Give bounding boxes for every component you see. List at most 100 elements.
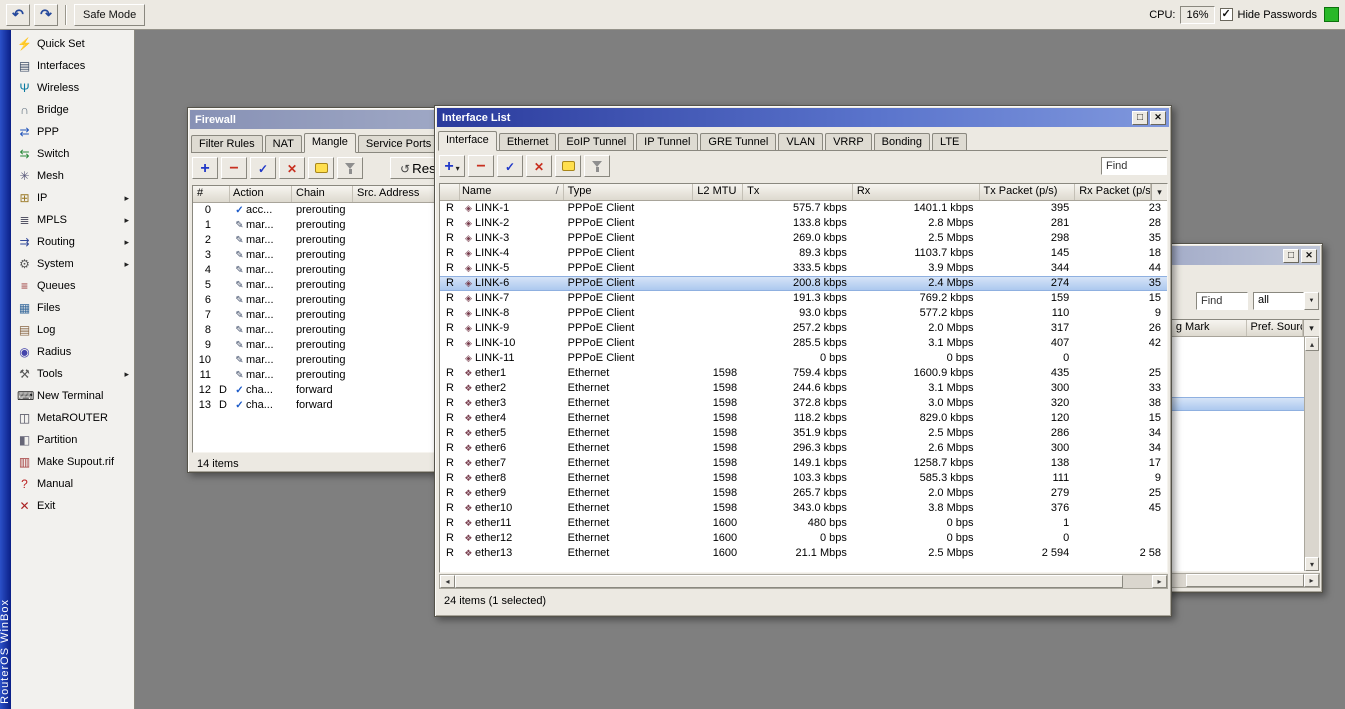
sidebar-item[interactable]: ⌨ New Terminal [11, 385, 134, 407]
col-tx-packet[interactable]: Tx Packet (p/s) [980, 184, 1076, 200]
sidebar-item[interactable]: ▦ Files [11, 297, 134, 319]
safe-mode-button[interactable]: Safe Mode [74, 4, 145, 26]
interface-row[interactable]: R ether5 Ethernet 1598 351.9 kbps 2.5 Mb… [440, 426, 1167, 441]
sidebar-item[interactable]: ∩ Bridge [11, 99, 134, 121]
scroll-thumb[interactable] [455, 575, 1123, 588]
interface-row[interactable]: R ether4 Ethernet 1598 118.2 kbps 829.0 … [440, 411, 1167, 426]
route-find-input[interactable] [1196, 292, 1248, 310]
column-menu-button[interactable] [1151, 184, 1167, 200]
hide-passwords-checkbox[interactable] [1220, 8, 1233, 21]
interface-row[interactable]: R ether12 Ethernet 1600 0 bps 0 bps 0 [440, 531, 1167, 546]
comment-button[interactable] [555, 155, 581, 177]
tab[interactable]: VLAN [778, 133, 823, 150]
restore-button[interactable] [1132, 111, 1148, 125]
sidebar-item[interactable]: ⇆ Switch [11, 143, 134, 165]
sidebar-item[interactable]: ◫ MetaROUTER [11, 407, 134, 429]
scroll-thumb[interactable] [1186, 574, 1304, 587]
col-chain[interactable]: Chain [292, 186, 353, 202]
interface-row[interactable]: R LINK-4 PPPoE Client 89.3 kbps 1103.7 k… [440, 246, 1167, 261]
tab[interactable]: Filter Rules [191, 135, 263, 152]
col-tx[interactable]: Tx [743, 184, 853, 200]
tab[interactable]: Bonding [874, 133, 930, 150]
sidebar-item[interactable]: ✕ Exit [11, 495, 134, 517]
tab[interactable]: LTE [932, 133, 967, 150]
sidebar-item[interactable]: ? Manual [11, 473, 134, 495]
tab[interactable]: VRRP [825, 133, 872, 150]
scroll-up-button[interactable] [1305, 337, 1319, 351]
col-action[interactable]: Action [230, 186, 292, 202]
tab[interactable]: EoIP Tunnel [558, 133, 634, 150]
interface-row[interactable]: R ether11 Ethernet 1600 480 bps 0 bps 1 [440, 516, 1167, 531]
sidebar-item[interactable]: ◧ Partition [11, 429, 134, 451]
sidebar-item[interactable]: ⇉ Routing [11, 231, 134, 253]
enable-interface-button[interactable] [497, 155, 523, 177]
interface-row[interactable]: R ether1 Ethernet 1598 759.4 kbps 1600.9… [440, 366, 1167, 381]
scroll-right-button[interactable] [1152, 575, 1167, 588]
col-rx[interactable]: Rx [853, 184, 980, 200]
filter-button[interactable] [584, 155, 610, 177]
sidebar-item[interactable]: ≡ Queues [11, 275, 134, 297]
col-type[interactable]: Type [564, 184, 694, 200]
tab[interactable]: Interface [438, 131, 497, 151]
interface-row[interactable]: R ether3 Ethernet 1598 372.8 kbps 3.0 Mb… [440, 396, 1167, 411]
interface-row[interactable]: R LINK-9 PPPoE Client 257.2 kbps 2.0 Mbp… [440, 321, 1167, 336]
remove-interface-button[interactable] [468, 155, 494, 177]
route-filter-select[interactable]: all [1253, 292, 1304, 310]
interface-row[interactable]: R LINK-10 PPPoE Client 285.5 kbps 3.1 Mb… [440, 336, 1167, 351]
interface-row[interactable]: R LINK-5 PPPoE Client 333.5 kbps 3.9 Mbp… [440, 261, 1167, 276]
add-rule-button[interactable] [192, 157, 218, 179]
interface-row[interactable]: R LINK-3 PPPoE Client 269.0 kbps 2.5 Mbp… [440, 231, 1167, 246]
close-button[interactable] [1150, 111, 1166, 125]
scroll-left-button[interactable] [440, 575, 455, 588]
sidebar-item[interactable]: ▤ Log [11, 319, 134, 341]
sidebar-item[interactable]: ≣ MPLS [11, 209, 134, 231]
col-number[interactable]: # [193, 186, 230, 202]
interface-row[interactable]: R ether9 Ethernet 1598 265.7 kbps 2.0 Mb… [440, 486, 1167, 501]
connection-status-indicator[interactable] [1324, 7, 1339, 22]
col-l2mtu[interactable]: L2 MTU [693, 184, 743, 200]
tab[interactable]: Mangle [304, 133, 356, 153]
interface-row[interactable]: R LINK-2 PPPoE Client 133.8 kbps 2.8 Mbp… [440, 216, 1167, 231]
add-interface-button[interactable] [439, 155, 465, 177]
route-filter-dropdown-button[interactable] [1304, 292, 1319, 310]
disable-interface-button[interactable] [526, 155, 552, 177]
interface-row[interactable]: LINK-11 PPPoE Client 0 bps 0 bps 0 [440, 351, 1167, 366]
vertical-scrollbar[interactable] [1304, 337, 1319, 571]
redo-button[interactable] [34, 4, 58, 26]
interface-row[interactable]: R ether10 Ethernet 1598 343.0 kbps 3.8 M… [440, 501, 1167, 516]
col-name[interactable]: Name [460, 184, 564, 200]
comment-button[interactable] [308, 157, 334, 179]
tab[interactable]: Service Ports [358, 135, 439, 152]
interface-row[interactable]: R ether8 Ethernet 1598 103.3 kbps 585.3 … [440, 471, 1167, 486]
col-pref-source[interactable]: Pref. Source [1247, 320, 1303, 336]
enable-rule-button[interactable] [250, 157, 276, 179]
interface-row[interactable]: R LINK-1 PPPoE Client 575.7 kbps 1401.1 … [440, 201, 1167, 216]
column-menu-button[interactable] [1303, 320, 1319, 336]
interface-list-titlebar[interactable]: Interface List [437, 108, 1169, 127]
sidebar-item[interactable]: Ψ Wireless [11, 77, 134, 99]
disable-rule-button[interactable] [279, 157, 305, 179]
sidebar-item[interactable]: ⚡ Quick Set [11, 33, 134, 55]
scroll-down-button[interactable] [1305, 557, 1319, 571]
col-flags[interactable] [440, 184, 460, 200]
interface-row[interactable]: R ether7 Ethernet 1598 149.1 kbps 1258.7… [440, 456, 1167, 471]
sidebar-item[interactable]: ▤ Interfaces [11, 55, 134, 77]
sidebar-item[interactable]: ◉ Radius [11, 341, 134, 363]
restore-button[interactable] [1283, 249, 1299, 263]
sidebar-item[interactable]: ⊞ IP [11, 187, 134, 209]
tab[interactable]: NAT [265, 135, 302, 152]
find-input[interactable] [1101, 157, 1167, 175]
interface-row[interactable]: R ether6 Ethernet 1598 296.3 kbps 2.6 Mb… [440, 441, 1167, 456]
col-rx-packet[interactable]: Rx Packet (p/s) [1075, 184, 1151, 200]
tab[interactable]: IP Tunnel [636, 133, 698, 150]
interface-row[interactable]: R LINK-8 PPPoE Client 93.0 kbps 577.2 kb… [440, 306, 1167, 321]
sidebar-item[interactable]: ⚙ System [11, 253, 134, 275]
sidebar-item[interactable]: ⇄ PPP [11, 121, 134, 143]
interface-row[interactable]: R LINK-6 PPPoE Client 200.8 kbps 2.4 Mbp… [440, 276, 1167, 291]
remove-rule-button[interactable] [221, 157, 247, 179]
interface-row[interactable]: R ether2 Ethernet 1598 244.6 kbps 3.1 Mb… [440, 381, 1167, 396]
sidebar-item[interactable]: ⚒ Tools [11, 363, 134, 385]
col-src-address[interactable]: Src. Address [353, 186, 445, 202]
undo-button[interactable] [6, 4, 30, 26]
close-button[interactable] [1301, 249, 1317, 263]
